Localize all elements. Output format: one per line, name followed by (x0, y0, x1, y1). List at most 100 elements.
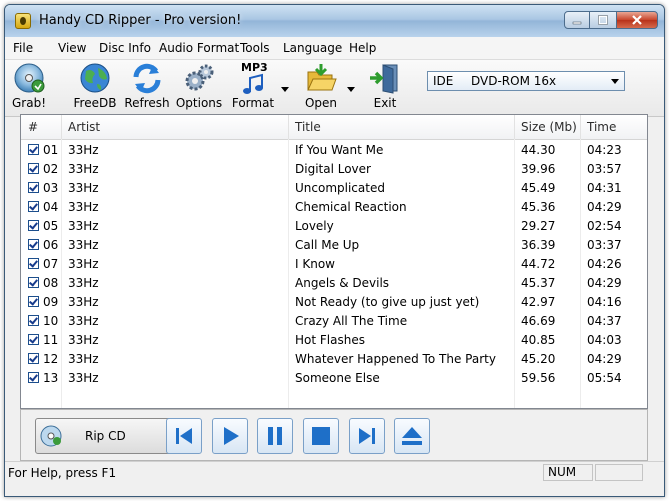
refresh-button[interactable]: Refresh (124, 62, 170, 114)
track-checkbox[interactable] (28, 220, 39, 231)
table-row[interactable]: 13 33Hz Someone Else 59.56 05:54 (21, 369, 647, 388)
size-cell: 46.69 (521, 314, 556, 328)
open-dropdown-arrow[interactable] (347, 87, 355, 92)
column-header-artist[interactable]: Artist (68, 120, 100, 134)
column-header-title[interactable]: Title (295, 120, 321, 134)
player-panel: Rip CD (20, 409, 648, 461)
time-cell: 04:16 (587, 295, 622, 309)
artist-cell: 33Hz (68, 295, 99, 309)
time-cell: 04:26 (587, 257, 622, 271)
track-number-cell: 11 (43, 333, 59, 347)
table-row[interactable]: 08 33Hz Angels & Devils 45.37 04:29 (21, 274, 647, 293)
grab-label: Grab! (11, 96, 46, 110)
track-checkbox[interactable] (28, 239, 39, 250)
artist-cell: 33Hz (68, 371, 99, 385)
menu-language[interactable]: Language (283, 41, 342, 55)
table-row[interactable]: 10 33Hz Crazy All The Time 46.69 04:37 (21, 312, 647, 331)
time-cell: 04:29 (587, 276, 622, 290)
title-cell: Chemical Reaction (295, 200, 407, 214)
freedb-button[interactable]: FreeDB (74, 62, 116, 114)
track-number-cell: 12 (43, 352, 59, 366)
table-row[interactable]: 07 33Hz I Know 44.72 04:26 (21, 255, 647, 274)
table-row[interactable]: 12 33Hz Whatever Happened To The Party 45.2… (21, 350, 647, 369)
track-checkbox[interactable] (28, 296, 39, 307)
table-row[interactable]: 03 33Hz Uncomplicated 45.49 04:31 (21, 179, 647, 198)
title-bar[interactable]: Handy CD Ripper - Pro version! (5, 5, 664, 37)
table-row[interactable]: 05 33Hz Lovely 29.27 02:54 (21, 217, 647, 236)
cd-disc-icon (40, 425, 62, 447)
table-row[interactable]: 04 33Hz Chemical Reaction 45.36 04:29 (21, 198, 647, 217)
size-cell: 44.72 (521, 257, 556, 271)
drive-selector[interactable]: IDE DVD-ROM 16x (427, 71, 625, 91)
stop-button[interactable] (303, 418, 339, 454)
column-header-num[interactable]: # (28, 120, 38, 134)
column-header-size[interactable]: Size (Mb) (521, 120, 577, 134)
table-row[interactable]: 01 33Hz If You Want Me 44.30 04:23 (21, 141, 647, 160)
previous-track-button[interactable] (166, 418, 202, 454)
gears-icon (182, 62, 216, 94)
open-folder-icon (304, 62, 338, 94)
rip-cd-button[interactable]: Rip CD (35, 418, 172, 454)
num-lock-indicator: NUM (543, 464, 593, 481)
track-checkbox[interactable] (28, 258, 39, 269)
menu-file[interactable]: File (13, 41, 33, 55)
drive-type: IDE (433, 74, 454, 88)
app-icon[interactable] (15, 13, 31, 29)
track-list-header: # Artist Title Size (Mb) Time (21, 115, 647, 140)
open-button[interactable]: Open (301, 62, 341, 114)
title-cell: Hot Flashes (295, 333, 365, 347)
pause-button[interactable] (257, 418, 293, 454)
track-number-cell: 10 (43, 314, 59, 328)
menu-audio-format[interactable]: Audio Format (159, 41, 239, 55)
track-checkbox[interactable] (28, 201, 39, 212)
format-button[interactable]: MP3 Format (231, 61, 275, 114)
title-cell: If You Want Me (295, 143, 384, 157)
table-row[interactable]: 09 33Hz Not Ready (to give up just yet) 42.… (21, 293, 647, 312)
table-row[interactable]: 02 33Hz Digital Lover 39.96 03:57 (21, 160, 647, 179)
title-cell: Lovely (295, 219, 334, 233)
menu-tools[interactable]: Tools (240, 41, 270, 55)
toolbar: Grab! FreeDB Refresh Options MP3 Format … (5, 60, 664, 117)
options-button[interactable]: Options (175, 62, 223, 114)
track-checkbox[interactable] (28, 372, 39, 383)
column-header-time[interactable]: Time (587, 120, 616, 134)
track-checkbox[interactable] (28, 334, 39, 345)
menu-disc-info[interactable]: Disc Info (99, 41, 151, 55)
artist-cell: 33Hz (68, 257, 99, 271)
table-row[interactable]: 06 33Hz Call Me Up 36.39 03:37 (21, 236, 647, 255)
title-cell: Whatever Happened To The Party (295, 352, 496, 366)
exit-button[interactable]: Exit (367, 62, 403, 114)
close-button[interactable] (616, 11, 658, 29)
eject-icon (402, 427, 422, 445)
chevron-down-icon (611, 79, 619, 84)
format-dropdown-arrow[interactable] (281, 87, 289, 92)
track-number-cell: 04 (43, 200, 59, 214)
grab-button[interactable]: Grab! (9, 62, 49, 114)
track-checkbox[interactable] (28, 353, 39, 364)
drive-name: DVD-ROM 16x (471, 74, 557, 88)
next-track-button[interactable] (349, 418, 385, 454)
menu-view[interactable]: View (58, 41, 86, 55)
menu-help[interactable]: Help (349, 41, 376, 55)
track-number-cell: 07 (43, 257, 59, 271)
track-list[interactable]: # Artist Title Size (Mb) Time 01 33Hz If Y… (20, 114, 648, 409)
eject-button[interactable] (394, 418, 430, 454)
artist-cell: 33Hz (68, 352, 99, 366)
track-checkbox[interactable] (28, 277, 39, 288)
stop-icon (312, 427, 330, 445)
track-checkbox[interactable] (28, 182, 39, 193)
open-label: Open (304, 96, 338, 110)
size-cell: 29.27 (521, 219, 556, 233)
title-cell: I Know (295, 257, 335, 271)
minimize-button[interactable] (564, 11, 590, 29)
track-checkbox[interactable] (28, 163, 39, 174)
maximize-button[interactable] (590, 11, 616, 29)
options-label: Options (175, 96, 223, 110)
title-cell: Someone Else (295, 371, 380, 385)
close-icon (632, 15, 642, 25)
track-checkbox[interactable] (28, 144, 39, 155)
track-checkbox[interactable] (28, 315, 39, 326)
play-button[interactable] (212, 418, 248, 454)
previous-track-icon (176, 428, 192, 444)
table-row[interactable]: 11 33Hz Hot Flashes 40.85 04:03 (21, 331, 647, 350)
